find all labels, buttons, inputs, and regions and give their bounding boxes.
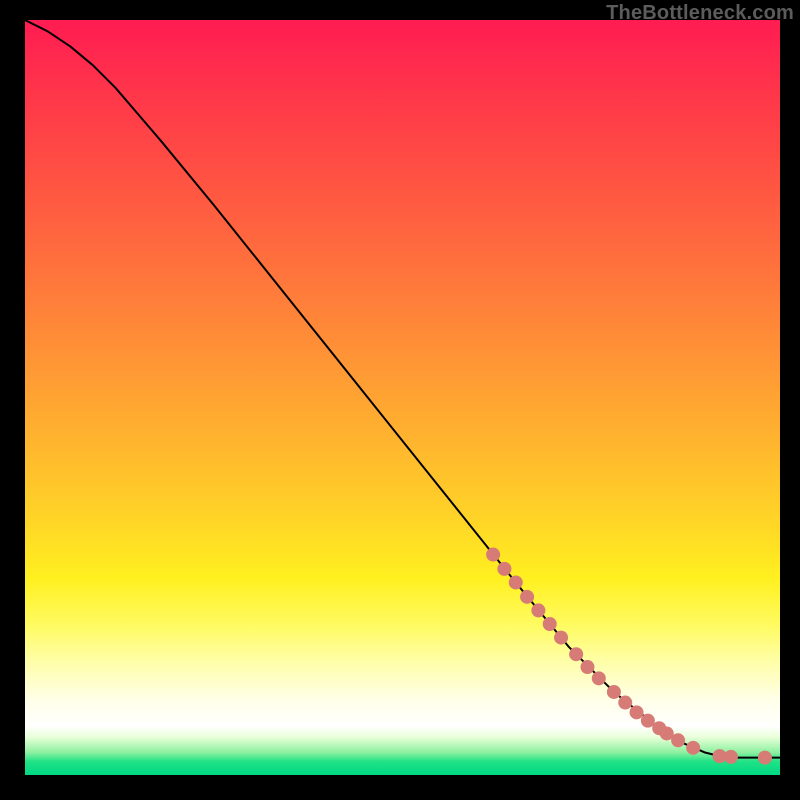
data-marker [554, 631, 568, 645]
data-marker [569, 647, 583, 661]
data-marker [531, 603, 545, 617]
chart-overlay [25, 20, 780, 775]
data-marker [520, 590, 534, 604]
data-marker [509, 575, 523, 589]
data-marker [486, 548, 500, 562]
data-marker [630, 705, 644, 719]
plot-area [25, 20, 780, 775]
data-marker [580, 660, 594, 674]
data-marker [607, 685, 621, 699]
data-markers-group [486, 548, 772, 765]
data-marker [686, 741, 700, 755]
data-marker [497, 562, 511, 576]
data-marker [724, 750, 738, 764]
data-marker [592, 671, 606, 685]
bottleneck-curve [25, 20, 780, 758]
data-marker [671, 733, 685, 747]
data-marker [543, 617, 557, 631]
chart-stage: TheBottleneck.com [0, 0, 800, 800]
data-marker [758, 751, 772, 765]
data-marker [618, 696, 632, 710]
